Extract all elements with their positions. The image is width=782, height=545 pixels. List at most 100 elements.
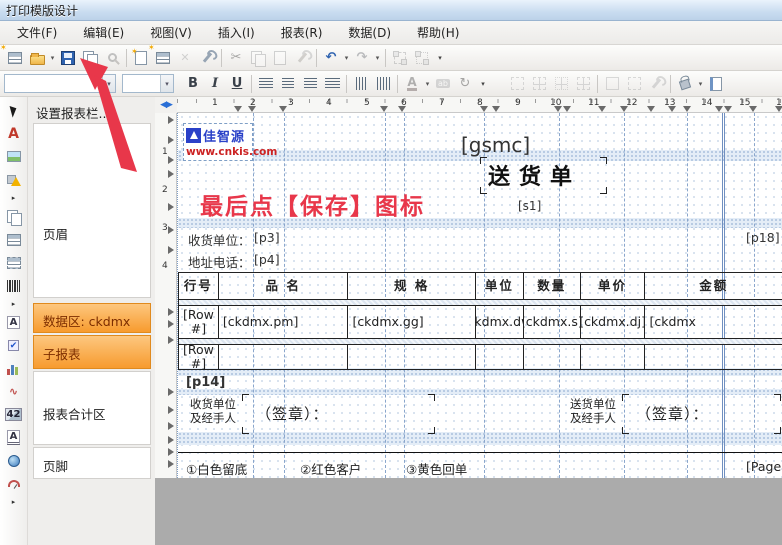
column-marker[interactable] bbox=[234, 106, 242, 112]
row-marker[interactable] bbox=[168, 422, 174, 430]
selection-handle[interactable] bbox=[600, 157, 607, 164]
selection-handle[interactable] bbox=[428, 427, 435, 434]
selection-handle[interactable] bbox=[242, 427, 249, 434]
subtitle-field[interactable]: [s1] bbox=[518, 199, 541, 213]
empty-cell[interactable] bbox=[476, 345, 524, 369]
field-cell[interactable]: [ckdmx.pm] bbox=[219, 306, 349, 338]
doc-title-element[interactable]: 送货单 bbox=[488, 159, 581, 191]
border-inner-button[interactable] bbox=[550, 73, 572, 95]
ruler-text-tool[interactable]: A bbox=[4, 429, 24, 446]
underline-button[interactable]: U bbox=[226, 73, 248, 95]
menu-help[interactable]: 帮助(H) bbox=[404, 21, 472, 44]
band-subreport[interactable]: 子报表 bbox=[33, 335, 151, 369]
align-center-button[interactable] bbox=[277, 73, 299, 95]
redo-dropdown[interactable]: ▾ bbox=[373, 47, 382, 69]
toolbar-overflow-button[interactable]: ▾ bbox=[433, 56, 447, 60]
empty-cell[interactable] bbox=[219, 345, 349, 369]
menu-file[interactable]: 文件(F) bbox=[4, 21, 70, 44]
column-marker[interactable] bbox=[775, 106, 782, 112]
row-marker[interactable] bbox=[168, 226, 174, 234]
delete-button[interactable]: ✕ bbox=[174, 47, 196, 69]
footer-note-1[interactable]: ①白色留底 bbox=[186, 459, 247, 478]
fill-color-button[interactable] bbox=[674, 73, 696, 95]
copy-report-button[interactable] bbox=[79, 47, 101, 69]
row-marker[interactable] bbox=[168, 203, 174, 211]
p18-field[interactable]: [p18] bbox=[746, 230, 780, 245]
column-marker[interactable] bbox=[620, 106, 628, 112]
highlight-button[interactable]: ab bbox=[432, 73, 454, 95]
rotate-text-button[interactable]: ↻ bbox=[454, 73, 476, 95]
selection-handle[interactable] bbox=[622, 394, 629, 401]
row-marker[interactable] bbox=[168, 116, 174, 124]
col-header[interactable]: 数量 bbox=[524, 273, 581, 299]
row-marker[interactable] bbox=[168, 460, 174, 468]
column-marker[interactable] bbox=[554, 106, 562, 112]
empty-cell[interactable] bbox=[645, 345, 782, 369]
page-number-field[interactable]: [Page bbox=[746, 459, 781, 474]
empty-cell[interactable] bbox=[524, 345, 581, 369]
image-tool[interactable] bbox=[4, 148, 24, 165]
column-marker[interactable] bbox=[715, 106, 723, 112]
column-marker[interactable] bbox=[598, 106, 606, 112]
font-size-select[interactable]: ▾ bbox=[122, 74, 174, 93]
row-marker[interactable] bbox=[168, 388, 174, 396]
horizontal-ruler[interactable]: 1 2 3 4 5 6 7 8 9 10 11 12 13 14 15 16 bbox=[177, 97, 782, 113]
vertical-text-button[interactable] bbox=[350, 73, 372, 95]
row-marker[interactable] bbox=[168, 436, 174, 444]
row-marker[interactable] bbox=[168, 320, 174, 328]
menu-edit[interactable]: 编辑(E) bbox=[70, 21, 137, 44]
field-cell[interactable]: [ckdmx bbox=[645, 306, 782, 338]
panel-splitter[interactable]: ◀▶ bbox=[155, 97, 177, 113]
undo-dropdown[interactable]: ▾ bbox=[342, 47, 351, 69]
selection-handle[interactable] bbox=[428, 394, 435, 401]
row-marker[interactable] bbox=[168, 448, 174, 456]
left-signature-label[interactable]: 收货单位 及经手人 bbox=[190, 397, 236, 426]
vertical-text-rtl-button[interactable] bbox=[372, 73, 394, 95]
row-marker[interactable] bbox=[168, 336, 174, 344]
curve-tool[interactable]: ∿ bbox=[4, 383, 24, 400]
menu-data[interactable]: 数据(D) bbox=[335, 21, 404, 44]
border-none-button[interactable] bbox=[506, 73, 528, 95]
selection-handle[interactable] bbox=[622, 427, 629, 434]
band-data-region[interactable]: 数据区: ckdmx bbox=[33, 303, 151, 333]
barcode-tool[interactable] bbox=[4, 277, 24, 294]
col-header[interactable]: 品 名 bbox=[219, 273, 349, 299]
cut-button[interactable]: ✂ bbox=[225, 47, 247, 69]
page-background-button[interactable] bbox=[705, 73, 727, 95]
column-marker[interactable] bbox=[683, 106, 691, 112]
new-band-button[interactable] bbox=[152, 47, 174, 69]
title-bar[interactable]: 打印模版设计 bbox=[0, 0, 782, 21]
ungroup-button[interactable] bbox=[411, 47, 433, 69]
column-marker[interactable] bbox=[668, 106, 676, 112]
fill-color-dropdown[interactable]: ▾ bbox=[696, 73, 705, 95]
menu-report[interactable]: 报表(R) bbox=[268, 21, 336, 44]
selection-handle[interactable] bbox=[480, 157, 487, 164]
right-signature-label[interactable]: 送货单位 及经手人 bbox=[570, 397, 616, 426]
crosstab-tool[interactable] bbox=[4, 254, 24, 271]
selection-handle[interactable] bbox=[480, 187, 487, 194]
report-page[interactable]: 佳智源 www.cnkis.com [gsmc] 送货单 [s1] 最后点【保存… bbox=[177, 113, 782, 478]
column-marker[interactable] bbox=[398, 106, 406, 112]
left-seal-label[interactable]: （签章）： bbox=[256, 403, 329, 424]
border-all-button[interactable] bbox=[528, 73, 550, 95]
web-tool[interactable] bbox=[4, 452, 24, 469]
preview-button[interactable] bbox=[101, 47, 123, 69]
col-header[interactable]: 金额 bbox=[645, 273, 782, 299]
shape-tool[interactable] bbox=[4, 171, 24, 188]
band-page-header[interactable]: 页眉 bbox=[33, 123, 151, 298]
vertical-ruler[interactable]: 1 2 3 4 bbox=[155, 113, 177, 478]
row-number-cell[interactable]: [Row #] bbox=[179, 345, 219, 369]
column-marker[interactable] bbox=[749, 106, 757, 112]
detail-table[interactable]: 行号 品 名 规 格 单位 数量 单价 金额 [Row #] [ckdmx.pm… bbox=[178, 272, 782, 370]
field-cell[interactable]: [ckdmx.dj] bbox=[581, 306, 646, 338]
table-tool[interactable] bbox=[4, 231, 24, 248]
align-right-button[interactable] bbox=[299, 73, 321, 95]
design-tool-button[interactable] bbox=[196, 47, 218, 69]
selection-handle[interactable] bbox=[242, 394, 249, 401]
col-header[interactable]: 单价 bbox=[581, 273, 646, 299]
open-dropdown[interactable]: ▾ bbox=[48, 47, 57, 69]
receiver-label[interactable]: 收货单位： bbox=[188, 230, 251, 249]
col-header[interactable]: 单位 bbox=[476, 273, 524, 299]
subreport-tool[interactable] bbox=[4, 208, 24, 225]
border-grid-button[interactable] bbox=[623, 73, 645, 95]
